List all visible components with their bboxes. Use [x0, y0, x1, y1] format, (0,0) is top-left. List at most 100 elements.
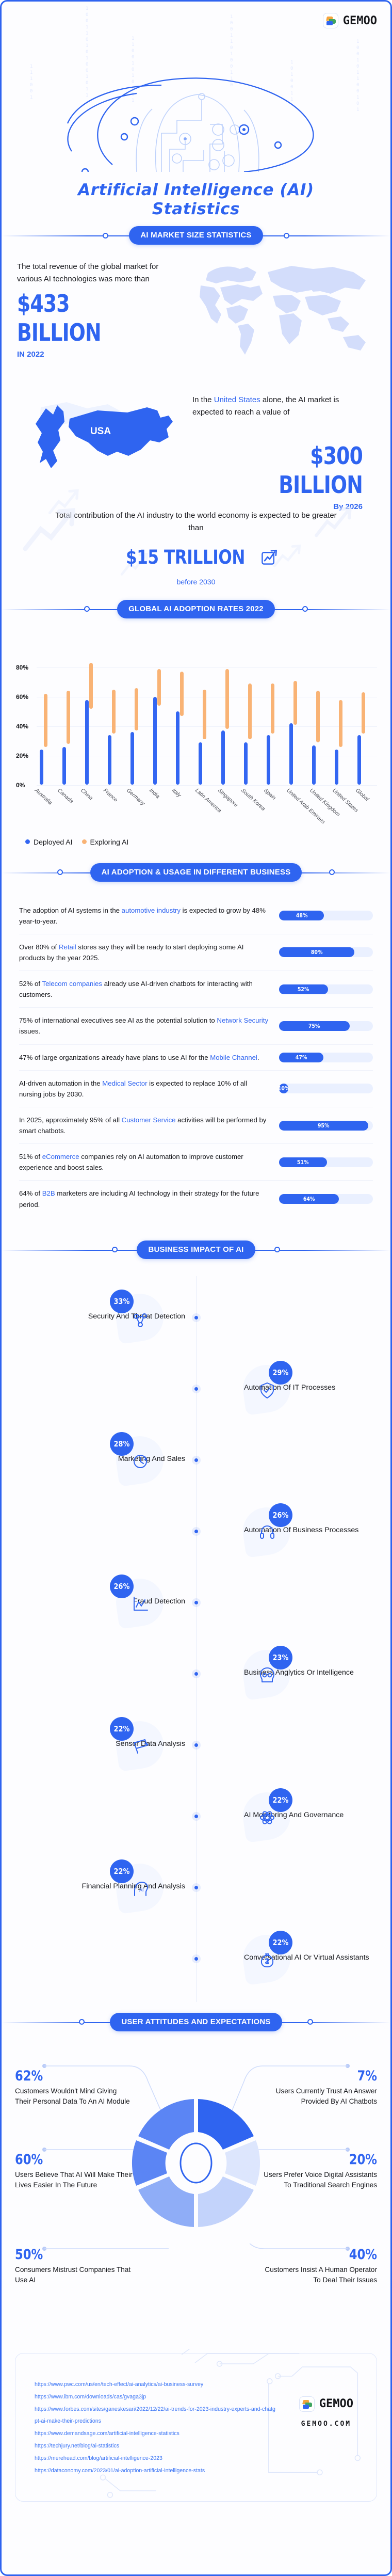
chart-bar: [225, 669, 229, 729]
adoption-row-text: The adoption of AI systems in the automo…: [19, 905, 270, 927]
legend-label-exploring: Exploring AI: [90, 837, 129, 846]
attitude-text: Users Currently Trust An Answer Provided…: [275, 2087, 377, 2105]
attitude-item-62: 62% Customers Wouldn't Mind Giving Their…: [15, 2068, 133, 2107]
section-divider-adoption-usage: AI ADOPTION & USAGE IN DIFFERENT BUSINES…: [2, 861, 390, 884]
chart-x-label-cell: United States: [331, 785, 360, 837]
source-link[interactable]: https://techjury.net/blog/ai-statistics: [35, 2440, 277, 2453]
adoption-row: 75% of international executives see AI a…: [19, 1008, 373, 1045]
adoption-progress-fill: 52%: [279, 984, 328, 994]
chart-bar: [289, 723, 293, 785]
chart-bar: [244, 742, 248, 785]
business-impact-section: 33% Security And Threat Detection 29% Autom…: [2, 1262, 390, 2010]
world-contribution-text: Total contribution of the AI industry to…: [55, 511, 337, 533]
chart-x-label-cell: France: [102, 785, 125, 837]
adoption-progress-track: 10%: [278, 1084, 373, 1094]
chart-x-label-cell: China: [79, 785, 102, 837]
cctv-icon: [134, 1739, 149, 1754]
impact-row: 28% Marketing And Sales: [2, 1425, 390, 1496]
adoption-text-highlight: Mobile Channel: [210, 1053, 257, 1061]
ai-head-icon: AI: [134, 1881, 148, 1896]
attitude-item-50: 50% Consumers Mistrust Companies That Us…: [15, 2247, 133, 2285]
chart-bar: [312, 745, 316, 785]
impact-percentage-value: 29%: [272, 1367, 289, 1377]
gemoo-mark-icon: [299, 2396, 315, 2412]
market-unit: BILLION: [17, 318, 102, 346]
adoption-text-pre: 51% of: [19, 1153, 42, 1161]
adoption-progress-fill: 10%: [278, 1084, 289, 1094]
adoption-text-pre: The adoption of AI systems in the: [19, 906, 122, 914]
adoption-progress-label: 51%: [297, 1158, 309, 1166]
adoption-progress-fill: 95%: [279, 1120, 368, 1131]
chart-bar: [67, 691, 70, 744]
world-contribution-year: before 2030: [176, 577, 216, 586]
adoption-row: The adoption of AI systems in the automo…: [19, 898, 373, 934]
adoption-progress-track: 48%: [279, 911, 373, 921]
footer-brand: GEMOO GEMOO.COM: [299, 2396, 353, 2428]
attitude-pct: 60%: [15, 2151, 43, 2168]
source-link[interactable]: https://dataconomy.com/2023/01/ai-adopti…: [35, 2465, 277, 2477]
chart-bar: [89, 663, 93, 709]
chart-bar-group: [173, 635, 195, 785]
adoption-usage-list: The adoption of AI systems in the automo…: [2, 884, 390, 1222]
chart-bar-group: [150, 635, 173, 785]
chart-bar: [176, 711, 179, 785]
impact-percentage-value: 22%: [272, 1937, 289, 1947]
page-title-line1: Artificial Intelligence (AI): [78, 181, 314, 200]
chart-x-label-cell: Global: [354, 785, 377, 837]
ai-brain-illustration: [67, 77, 314, 172]
chart-bar: [130, 732, 134, 785]
chart-bar-group: [127, 635, 150, 785]
chart-bar: [339, 699, 342, 747]
adoption-text-pre: AI-driven automation in the: [19, 1079, 103, 1087]
chart-bar: [112, 689, 116, 734]
attitude-text: Users Prefer Voice Digital Assistants To…: [264, 2170, 377, 2189]
chart-x-label-cell: India: [148, 785, 171, 837]
atom-icon: [260, 1810, 274, 1824]
trend-arrow-icon: [315, 506, 352, 537]
legend-swatch-exploring: [81, 839, 87, 844]
adoption-text-pre: 52% of: [19, 980, 42, 988]
source-link[interactable]: https://www.demandsage.com/artificial-in…: [35, 2428, 277, 2440]
footer-section: https://www.pwc.com/us/en/tech-effect/ai…: [13, 2348, 379, 2504]
section-title-adoption-rates: GLOBAL AI ADOPTION RATES 2022: [117, 599, 275, 618]
attitude-pct: 50%: [15, 2246, 43, 2263]
chart-bar: [362, 692, 365, 734]
world-contribution-block: Total contribution of the AI industry to…: [17, 489, 375, 595]
legend-label-deployed: Deployed AI: [34, 837, 73, 846]
global-adoption-chart: 0% 20% 40% 60% 80% Australia Canada China Franc…: [2, 621, 390, 849]
chart-y-tick: 60%: [16, 693, 29, 701]
chart-bar: [271, 683, 274, 734]
section-title-adoption-usage: AI ADOPTION & USAGE IN DIFFERENT BUSINES…: [90, 863, 302, 882]
adoption-progress-track: 64%: [279, 1194, 373, 1204]
market-value: $433: [17, 289, 70, 317]
chart-x-label: China: [79, 787, 94, 801]
impact-percentage-value: 26%: [113, 1581, 130, 1591]
adoption-progress-label: 80%: [311, 949, 323, 956]
market-lead-text: The total revenue of the global market f…: [17, 262, 159, 284]
legend-item-exploring: Exploring AI: [81, 837, 129, 846]
source-link[interactable]: https://merehead.com/blog/artificial-int…: [35, 2453, 277, 2465]
footer-brand-logo: GEMOO: [299, 2396, 353, 2412]
section-divider-market: AI MARKET SIZE STATISTICS: [2, 224, 390, 247]
source-link[interactable]: https://www.pwc.com/us/en/tech-effect/ai…: [35, 2379, 277, 2391]
chart-y-tick: 40%: [16, 722, 29, 730]
chart-bar: [108, 735, 111, 785]
impact-percentage-badge: 22%: [269, 1930, 292, 1954]
attitude-item-60: 60% Users Believe That AI Will Make Thei…: [15, 2152, 133, 2190]
adoption-row: 47% of large organizations already have …: [19, 1045, 373, 1071]
impact-percentage-value: 22%: [113, 1866, 130, 1876]
trend-arrow-icon: [273, 544, 301, 567]
attitude-text: Customers Insist A Human Operator To Dea…: [265, 2265, 377, 2284]
source-link[interactable]: https://www.ibm.com/downloads/cas/gvaga3…: [35, 2391, 277, 2404]
impact-percentage-value: 26%: [272, 1510, 289, 1520]
chart-x-axis-labels: Australia Canada China France Germany India It…: [34, 785, 377, 837]
network-nodes-icon: [134, 1313, 147, 1327]
clock-icon: [134, 1454, 147, 1468]
impact-timeline-dot: [194, 1886, 198, 1890]
adoption-row-text: In 2025, approximately 95% of all Custom…: [19, 1115, 270, 1136]
chart-plot-area: 0% 20% 40% 60% 80%: [13, 635, 382, 789]
attitude-pct: 20%: [349, 2151, 377, 2168]
adoption-progress-fill: 47%: [279, 1052, 323, 1062]
impact-row: AI 22% Financial Planning And Analysis: [2, 1852, 390, 1923]
source-link[interactable]: https://www.forbes.com/sites/ganeskesari…: [35, 2404, 277, 2428]
